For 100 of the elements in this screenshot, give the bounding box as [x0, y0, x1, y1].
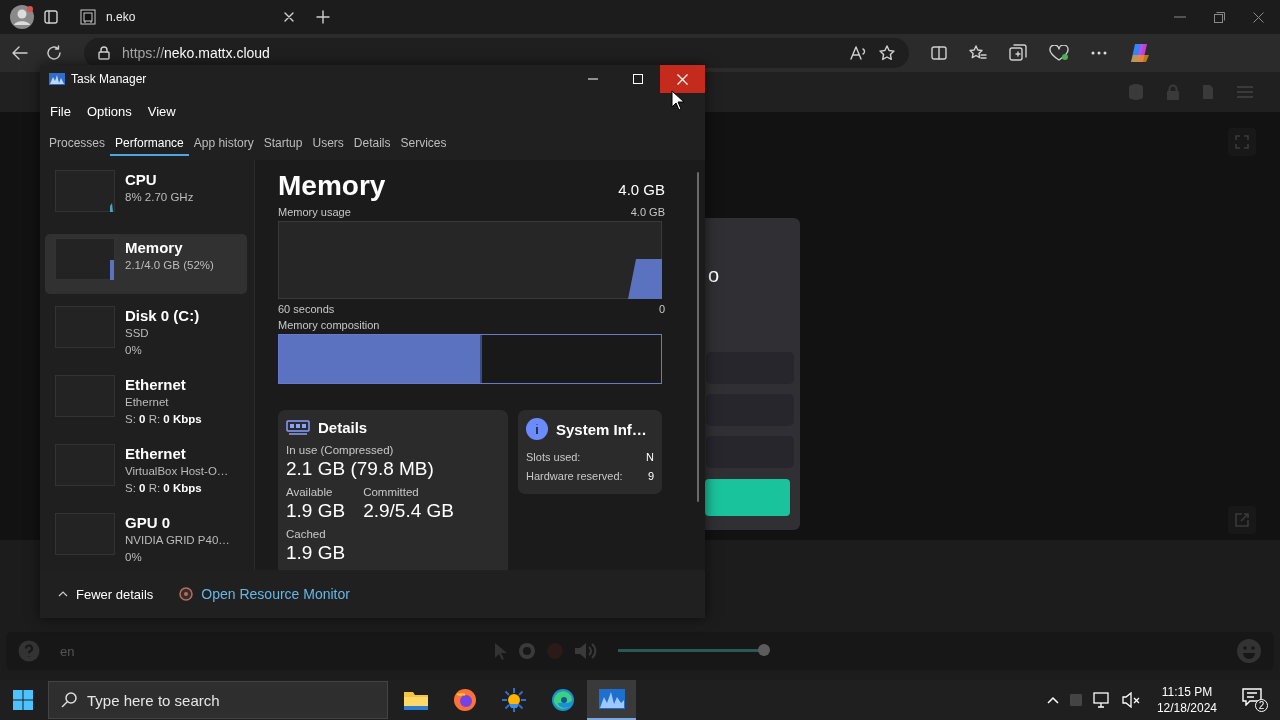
card-title: System Inf… — [556, 420, 647, 438]
restore-icon[interactable] — [1214, 11, 1225, 23]
resource-detail: S: 0 R: 0 Kbps — [125, 412, 202, 427]
read-aloud-icon[interactable] — [850, 46, 867, 60]
resource-item[interactable]: Disk 0 (C:) SSD 0% — [45, 302, 247, 363]
more-icon[interactable] — [1091, 51, 1107, 55]
fullscreen-icon — [1235, 135, 1249, 149]
slider-thumb[interactable] — [758, 644, 771, 656]
search-field[interactable]: Type here to search — [48, 681, 388, 719]
resource-detail: VirtualBox Host-O… — [125, 464, 229, 479]
tab[interactable]: Performance — [110, 132, 189, 156]
collections-icon[interactable] — [1009, 44, 1027, 62]
fewer-details-button[interactable]: Fewer details — [58, 586, 154, 602]
back-icon[interactable] — [12, 46, 28, 60]
star-icon[interactable] — [879, 45, 895, 61]
split-screen-icon[interactable] — [931, 45, 947, 61]
heart-icon[interactable] — [1049, 45, 1069, 61]
favicon-icon — [80, 9, 96, 25]
tab-title: n.eko — [106, 10, 137, 24]
search-input[interactable]: Type here to search — [87, 691, 375, 709]
close-icon — [677, 73, 688, 85]
total-memory: 4.0 GB — [618, 181, 665, 198]
close-icon[interactable] — [284, 12, 294, 22]
tab[interactable]: Users — [307, 132, 349, 156]
url-text: https://neko.mattx.cloud — [122, 45, 271, 61]
sun-icon — [500, 687, 527, 713]
stat-label: In use (Compressed) — [286, 444, 395, 456]
resource-item[interactable]: Ethernet Ethernet S: 0 R: 0 Kbps — [45, 371, 247, 432]
edge-icon — [550, 688, 575, 712]
scrollbar[interactable] — [697, 172, 699, 502]
stat-value: 1.9 GB — [286, 500, 346, 522]
resource-name: CPU — [125, 170, 158, 189]
resource-item[interactable]: Memory 2.1/4.0 GB (52%) — [45, 234, 247, 294]
language-text: en — [60, 643, 75, 659]
resource-detail: 0% — [125, 550, 143, 565]
resource-name: Disk 0 (C:) — [125, 306, 200, 325]
menu-item[interactable]: File — [44, 100, 77, 122]
panel-title: Memory — [278, 170, 386, 202]
resource-item[interactable]: GPU 0 NVIDIA GRID P40… 0% — [45, 509, 247, 570]
resource-item[interactable]: CPU 8% 2.70 GHz — [45, 166, 247, 226]
graph-label: Memory composition — [278, 319, 380, 331]
search-icon — [61, 692, 77, 708]
resource-item[interactable]: Ethernet VirtualBox Host-O… S: 0 R: 0 Kbps — [45, 440, 247, 501]
stat-label: Available — [286, 486, 334, 498]
input-field[interactable] — [706, 436, 794, 468]
resource-detail: SSD — [125, 326, 150, 341]
resource-detail: S: 0 R: 0 Kbps — [125, 481, 203, 496]
network-icon[interactable] — [1092, 692, 1111, 708]
graph-label: Memory usage — [278, 206, 351, 218]
minimize-icon — [587, 78, 598, 80]
speaker-muted-icon[interactable] — [1121, 692, 1140, 708]
resource-detail: 0% — [125, 343, 143, 358]
lock-icon[interactable] — [98, 46, 110, 60]
usage-thumbnail — [55, 238, 115, 280]
url-field[interactable]: https://neko.mattx.cloud — [84, 38, 909, 68]
windows-logo-icon — [13, 690, 33, 710]
resource-detail: NVIDIA GRID P40… — [125, 533, 230, 548]
chevron-up-icon[interactable] — [1046, 696, 1059, 704]
resource-name: Ethernet — [125, 444, 187, 463]
resource-detail: 8% 2.70 GHz — [125, 190, 194, 205]
notification-badge: 2 — [1255, 699, 1268, 712]
tab[interactable]: Services — [395, 132, 452, 156]
refresh-icon[interactable] — [46, 45, 62, 61]
resource-monitor-link[interactable]: Open Resource Monitor — [201, 586, 350, 602]
usage-thumbnail — [55, 170, 115, 212]
tab-actions-icon[interactable] — [44, 10, 58, 24]
tab[interactable]: Details — [348, 132, 396, 156]
external-link-icon — [1235, 513, 1249, 527]
input-field[interactable] — [706, 394, 794, 426]
folder-icon — [402, 689, 429, 711]
tab[interactable]: Processes — [44, 132, 111, 156]
task-manager-icon — [598, 689, 625, 709]
gauge-icon — [179, 587, 194, 601]
task-manager-icon — [49, 73, 65, 85]
stat-value: 1.9 GB — [286, 542, 346, 564]
input-field[interactable] — [706, 352, 794, 384]
new-tab-icon[interactable] — [316, 10, 330, 24]
mouse-cursor-icon — [671, 90, 685, 111]
login-title: o — [708, 264, 720, 287]
taskbar-app[interactable] — [587, 680, 636, 720]
close-icon[interactable] — [1253, 11, 1264, 23]
window-title: Task Manager — [71, 72, 147, 86]
resource-name: Ethernet — [125, 375, 187, 394]
menu-item[interactable]: Options — [80, 100, 138, 122]
resource-name: GPU 0 — [125, 513, 171, 532]
info-value: 9 — [647, 469, 654, 484]
chevron-up-icon — [58, 591, 68, 597]
clock[interactable]: 11:15 PM 12/18/2024 — [1156, 684, 1217, 716]
firefox-icon — [452, 688, 477, 712]
favorites-icon[interactable] — [969, 45, 987, 61]
copilot-icon[interactable] — [1129, 43, 1151, 63]
info-value: N — [646, 450, 654, 465]
tab[interactable]: Startup — [258, 132, 308, 156]
axis-label: 0 — [658, 303, 665, 315]
menu-item[interactable]: View — [141, 100, 182, 122]
resource-name: Memory — [125, 238, 184, 257]
tab[interactable]: App history — [188, 132, 259, 156]
profile-avatar[interactable] — [10, 5, 34, 29]
notifications-button[interactable]: 2 — [1242, 688, 1268, 712]
stat-value: 2.9/5.4 GB — [363, 500, 454, 522]
